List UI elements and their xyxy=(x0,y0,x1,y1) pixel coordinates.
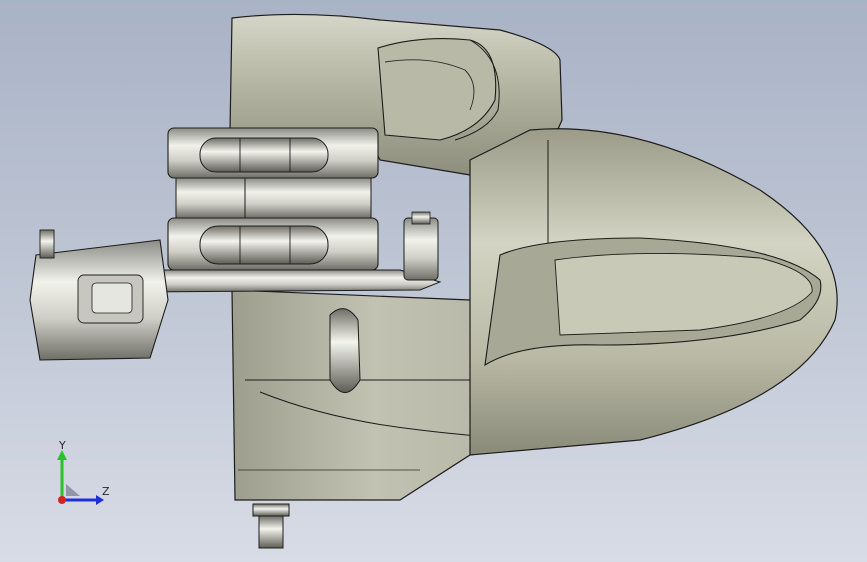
x-axis-dot xyxy=(58,496,66,504)
y-axis-label: Y xyxy=(59,439,66,452)
clamp-bolt-upper xyxy=(199,137,329,173)
cad-model-part[interactable] xyxy=(0,0,867,562)
lower-fin xyxy=(329,308,361,393)
clamp-bolt-lower xyxy=(199,225,329,265)
bracket-post xyxy=(403,217,439,281)
orientation-triad: Y Z xyxy=(40,438,130,518)
clamp-band-middle xyxy=(175,177,372,219)
drain-plug xyxy=(252,503,290,517)
z-axis-label: Z xyxy=(102,485,110,498)
cad-viewport[interactable]: Y Z xyxy=(0,0,867,562)
